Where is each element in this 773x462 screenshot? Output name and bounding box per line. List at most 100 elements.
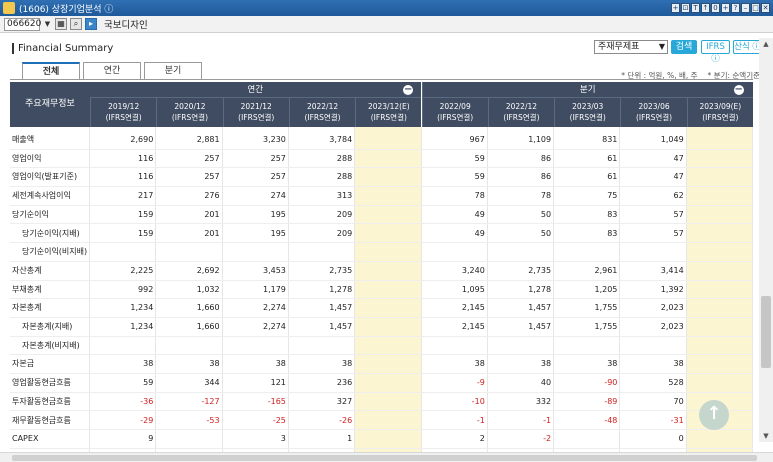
annual-group-header: 연간 (90, 82, 421, 98)
table-row: 부채총계 992 1,032 1,179 1,278 1,095 1,278 1,205 1,3… (10, 281, 753, 300)
scroll-down-icon[interactable]: ▼ (759, 430, 773, 442)
window-button-3[interactable]: ↑ (701, 3, 710, 13)
row-label[interactable]: 자본총계 (10, 299, 90, 317)
tab-quarter[interactable]: 분기 (144, 62, 202, 79)
table-cell: -1 (476, 415, 485, 425)
tab-all[interactable]: 전체 (22, 62, 80, 79)
table-cell (422, 243, 488, 261)
search-icon[interactable]: ⌕ (70, 18, 82, 30)
window-button-7[interactable]: – (741, 3, 750, 13)
row-label[interactable]: 자본금 (10, 355, 90, 373)
table-cell (488, 243, 554, 261)
quarter-collapse-icon[interactable]: − (733, 85, 744, 95)
table-cell (687, 150, 753, 168)
table-cell: 50 (540, 209, 552, 219)
table-cell (554, 337, 620, 355)
table-cell: 257 (204, 153, 220, 163)
company-name: 국보디자인 (104, 20, 148, 31)
stock-code-input[interactable]: 066620 (4, 17, 41, 31)
window-button-9[interactable]: ✕ (761, 3, 770, 13)
toggle-icon[interactable]: ▸ (85, 18, 97, 30)
table-cell: -48 (604, 415, 618, 425)
table-cell: 38 (143, 359, 154, 369)
ifrs-button[interactable]: IFRS ⓘ (701, 40, 730, 64)
vertical-scrollbar[interactable]: ▲ ▼ (759, 38, 773, 442)
table-row: 자산총계 2,225 2,692 3,453 2,735 3,240 2,735 2,961 3… (10, 262, 753, 281)
financial-summary-table: 주요재무정보 연간 분기 − − 2019/12 (IFRS연결) 2020/12 (IFRS연… (10, 82, 753, 452)
row-label[interactable]: 부채총계 (10, 281, 90, 299)
table-cell: -90 (604, 378, 618, 388)
formula-button[interactable]: 산식 ⓘ (733, 40, 762, 54)
column-header: 2023/12(E) (IFRS연결) (355, 98, 422, 127)
search-button[interactable]: 검색 (671, 40, 697, 54)
scroll-top-button[interactable]: ↑ (699, 400, 729, 430)
table-cell: 209 (336, 209, 353, 219)
table-cell: 3,230 (262, 135, 286, 144)
table-cell: 2,145 (461, 322, 485, 331)
row-label[interactable]: 자산총계 (10, 262, 90, 280)
column-period: 2023/09(E) (699, 102, 742, 111)
row-label[interactable]: 세전계속사업이익 (10, 187, 90, 205)
window-button-5[interactable]: + (721, 3, 730, 13)
table-cell (554, 430, 620, 448)
window-button-2[interactable]: T (691, 3, 700, 13)
horizontal-scrollbar[interactable] (0, 452, 773, 462)
table-cell: 2,023 (660, 322, 684, 331)
table-cell: 38 (607, 359, 618, 369)
row-label[interactable]: CAPEX (10, 430, 90, 448)
statement-select[interactable]: 주재무제표 ▼ (594, 40, 668, 54)
row-label[interactable]: 영업이익 (10, 150, 90, 168)
window-button-4[interactable]: 0 (711, 3, 720, 13)
chevron-down-icon: ▼ (658, 42, 665, 51)
row-label[interactable]: 당기순이익 (10, 206, 90, 224)
window-title: (1606) 상장기업분석 ⓘ (19, 4, 114, 15)
table-cell: -89 (604, 396, 618, 406)
table-cell: 1,457 (528, 303, 552, 313)
table-cell (355, 131, 421, 149)
scroll-up-icon[interactable]: ▲ (759, 38, 773, 50)
row-label[interactable]: 영업활동현금흐름 (10, 374, 90, 392)
table-cell: 86 (540, 153, 552, 163)
table-cell (289, 337, 355, 355)
table-cell: -9 (476, 378, 485, 388)
row-label[interactable]: 투자활동현금흐름 (10, 393, 90, 411)
window-controls: + ⊡ T ↑ 0 +? – □ ✕ (671, 3, 770, 13)
scroll-thumb[interactable] (761, 296, 771, 368)
row-label[interactable]: 당기순이익(지배) (10, 225, 90, 243)
row-label[interactable]: 재무활동현금흐름 (10, 412, 90, 430)
grid-icon[interactable]: ▦ (55, 18, 67, 30)
window-button-1[interactable]: ⊡ (681, 3, 690, 13)
row-label[interactable]: 영업이익(발표기준) (10, 168, 90, 186)
window-button-6[interactable]: ? (731, 3, 740, 13)
table-cell: 2,225 (130, 265, 154, 275)
table-cell: -29 (140, 415, 154, 425)
horizontal-scroll-thumb[interactable] (12, 455, 757, 461)
table-cell (687, 374, 753, 392)
table-cell: 3 (280, 434, 286, 444)
annual-collapse-icon[interactable]: − (403, 85, 414, 95)
table-cell: 313 (336, 191, 353, 201)
window-button-0[interactable]: + (671, 3, 680, 13)
chevron-down-icon[interactable]: ▼ (43, 18, 52, 31)
column-header: 2023/09(E) (IFRS연결) (686, 98, 753, 127)
row-label[interactable]: 당기순이익(비지배) (10, 243, 90, 261)
column-period: 2023/03 (572, 102, 604, 111)
table-cell: 1,095 (461, 284, 485, 294)
tab-annual[interactable]: 연간 (83, 62, 141, 79)
table-cell: 159 (138, 228, 154, 238)
table-cell: 38 (673, 359, 684, 369)
row-label[interactable]: 자본총계(비지배) (10, 337, 90, 355)
table-cell: 59 (474, 153, 485, 163)
table-cell: 201 (204, 209, 220, 219)
table-cell: 75 (607, 191, 618, 201)
column-basis: (IFRS연결) (105, 113, 142, 122)
table-cell: 1,179 (262, 284, 286, 294)
table-cell: 47 (673, 172, 684, 182)
row-label[interactable]: 자본총계(지배) (10, 318, 90, 336)
row-label[interactable]: 매출액 (10, 131, 90, 149)
table-cell: 2,023 (660, 303, 684, 313)
table-cell: 70 (673, 396, 684, 406)
window-button-8[interactable]: □ (751, 3, 760, 13)
table-cell (687, 318, 753, 336)
column-header: 2022/12 (IFRS연결) (487, 98, 555, 127)
